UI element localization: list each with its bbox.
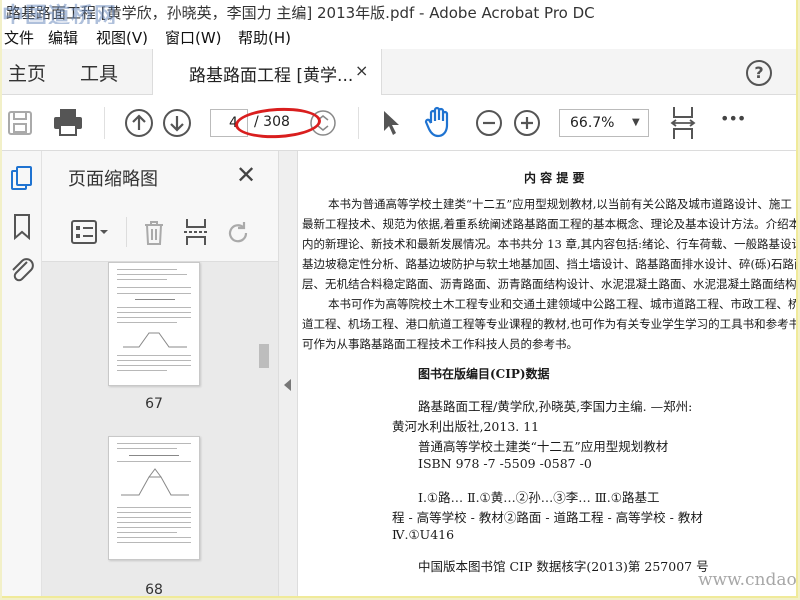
page-thumbnail-68[interactable] — [108, 436, 200, 560]
page-thumbnail-67[interactable] — [108, 262, 200, 386]
thumbnail-options-icon[interactable] — [70, 219, 110, 245]
print-icon[interactable] — [52, 107, 84, 137]
toolbar: 4 / 308 66.7% ▼ ••• — [2, 95, 796, 151]
summary-line: 基边坡稳定性分析、路基边坡防护与软土地基加固、挡土墙设计、路基路面排水设计、碎(… — [302, 257, 798, 271]
tab-document[interactable]: 路基路面工程 [黄学... × — [152, 49, 382, 95]
hand-tool-icon[interactable] — [422, 105, 456, 139]
summary-line: 道工程、机场工程、港口航道工程等专业课程的教材,也可作为有关专业学生学习的工具书… — [302, 317, 798, 331]
cip-line: 中国版本图书馆 CIP 数据核字(2013)第 257007 号 — [418, 559, 709, 574]
tab-home[interactable]: 主页 — [8, 59, 46, 86]
panel-toolbar — [42, 207, 278, 257]
save-icon[interactable] — [6, 109, 34, 137]
attachment-icon[interactable] — [8, 255, 36, 285]
close-panel-icon[interactable]: ✕ — [236, 161, 256, 189]
navigation-rail — [2, 151, 42, 596]
page-thumbnails-icon[interactable] — [10, 165, 34, 193]
summary-line: 内的新理论、新技术和最新发展情况。本书共分 13 章,其内容包括:绪论、行车荷载… — [302, 237, 798, 251]
extract-pages-icon[interactable] — [182, 217, 210, 247]
summary-line: 层、无机结合料稳定路面、沥青路面、沥青路面结构设计、水泥混凝土路面、水泥混凝土路… — [302, 277, 798, 291]
more-tools-icon[interactable]: ••• — [720, 109, 746, 128]
cip-line: Ⅳ.①U416 — [392, 527, 455, 542]
thumbnail-panel: 页面缩略图 ✕ 67 68 — [42, 151, 278, 598]
tab-tools[interactable]: 工具 — [80, 59, 118, 86]
thumbnail-page-number: 68 — [145, 582, 163, 598]
menu-edit[interactable]: 编辑 — [48, 27, 78, 48]
menu-file[interactable]: 文件 — [4, 27, 34, 48]
title-bar: 路基路面工程 [黄学欣，孙晓英，李国力 主编] 2013年版.pdf - Ado… — [2, 0, 796, 29]
next-page-icon[interactable] — [162, 108, 192, 138]
menu-bar: 文件 编辑 视图(V) 窗口(W) 帮助(H) — [2, 24, 796, 48]
scrollbar-thumb[interactable] — [259, 344, 269, 368]
thumbnail-list: 67 68 — [42, 261, 278, 598]
menu-help[interactable]: 帮助(H) — [238, 27, 291, 48]
summary-line: 可作为从事路基路面工程技术工作科技人员的参考书。 — [302, 337, 578, 351]
panel-splitter[interactable] — [278, 151, 298, 596]
watermark-bottom: www.cndao.com — [698, 570, 797, 590]
tab-bar: 主页 工具 路基路面工程 [黄学... × ? — [2, 49, 796, 95]
zoom-out-icon[interactable] — [474, 108, 504, 138]
cip-line: 黄河水利出版社,2013. 11 — [392, 419, 540, 434]
cip-heading: 图书在版编目(CIP)数据 — [418, 367, 550, 381]
panel-title: 页面缩略图 — [68, 169, 158, 190]
tab-document-label: 路基路面工程 [黄学... — [189, 66, 354, 86]
close-tab-icon[interactable]: × — [355, 61, 368, 80]
rotate-icon[interactable] — [224, 219, 252, 247]
summary-line: 本书为普通高等学校土建类“十二五”应用型规划教材,以当前有关公路及城市道路设计、… — [328, 197, 792, 211]
zoom-level-select[interactable]: 66.7% ▼ — [559, 109, 649, 137]
cip-line: ISBN 978 -7 -5509 -0587 -0 — [418, 456, 592, 471]
fit-page-icon[interactable] — [668, 105, 698, 141]
thumbnail-scrollbar[interactable] — [258, 262, 270, 596]
zoom-level-value: 66.7% — [570, 115, 615, 131]
zoom-in-icon[interactable] — [512, 108, 542, 138]
thumbnail-page-number: 67 — [145, 396, 163, 412]
previous-page-icon[interactable] — [124, 108, 154, 138]
collapse-panel-icon[interactable] — [284, 379, 291, 391]
cip-line: 路基路面工程/黄学欣,孙晓英,李国力主编. —郑州: — [418, 399, 693, 414]
document-view: 内 容 提 要 本书为普通高等学校土建类“十二五”应用型规划教材,以当前有关公路… — [298, 151, 798, 596]
toolbar-separator — [104, 107, 105, 139]
bookmark-icon[interactable] — [12, 213, 32, 241]
summary-line: 本书可作为高等院校土木工程专业和交通土建领域中公路工程、城市道路工程、市政工程、… — [328, 297, 798, 311]
cip-line: 普通高等学校土建类“十二五”应用型规划教材 — [418, 439, 669, 454]
toolbar-separator — [358, 107, 359, 139]
panel-separator — [126, 217, 127, 247]
delete-icon[interactable] — [142, 219, 166, 247]
help-icon[interactable]: ? — [746, 60, 772, 86]
acrobat-window: 路基路面工程 [黄学欣，孙晓英，李国力 主编] 2013年版.pdf - Ado… — [2, 0, 798, 598]
chevron-down-icon: ▼ — [632, 117, 640, 128]
summary-heading: 内 容 提 要 — [524, 171, 585, 185]
summary-line: 最新工程技术、规范为依据,着重系统阐述路基路面工程的基本概念、理论及基本设计方法… — [302, 217, 798, 231]
cip-line: Ⅰ.①路… Ⅱ.①黄…②孙…③李… Ⅲ.①路基工 — [418, 490, 660, 505]
cip-line: 程 - 高等学校 - 教材②路面 - 道路工程 - 高等学校 - 教材 — [392, 510, 703, 525]
menu-window[interactable]: 窗口(W) — [165, 27, 222, 48]
select-cursor-icon[interactable] — [380, 109, 402, 137]
menu-view[interactable]: 视图(V) — [96, 27, 148, 48]
